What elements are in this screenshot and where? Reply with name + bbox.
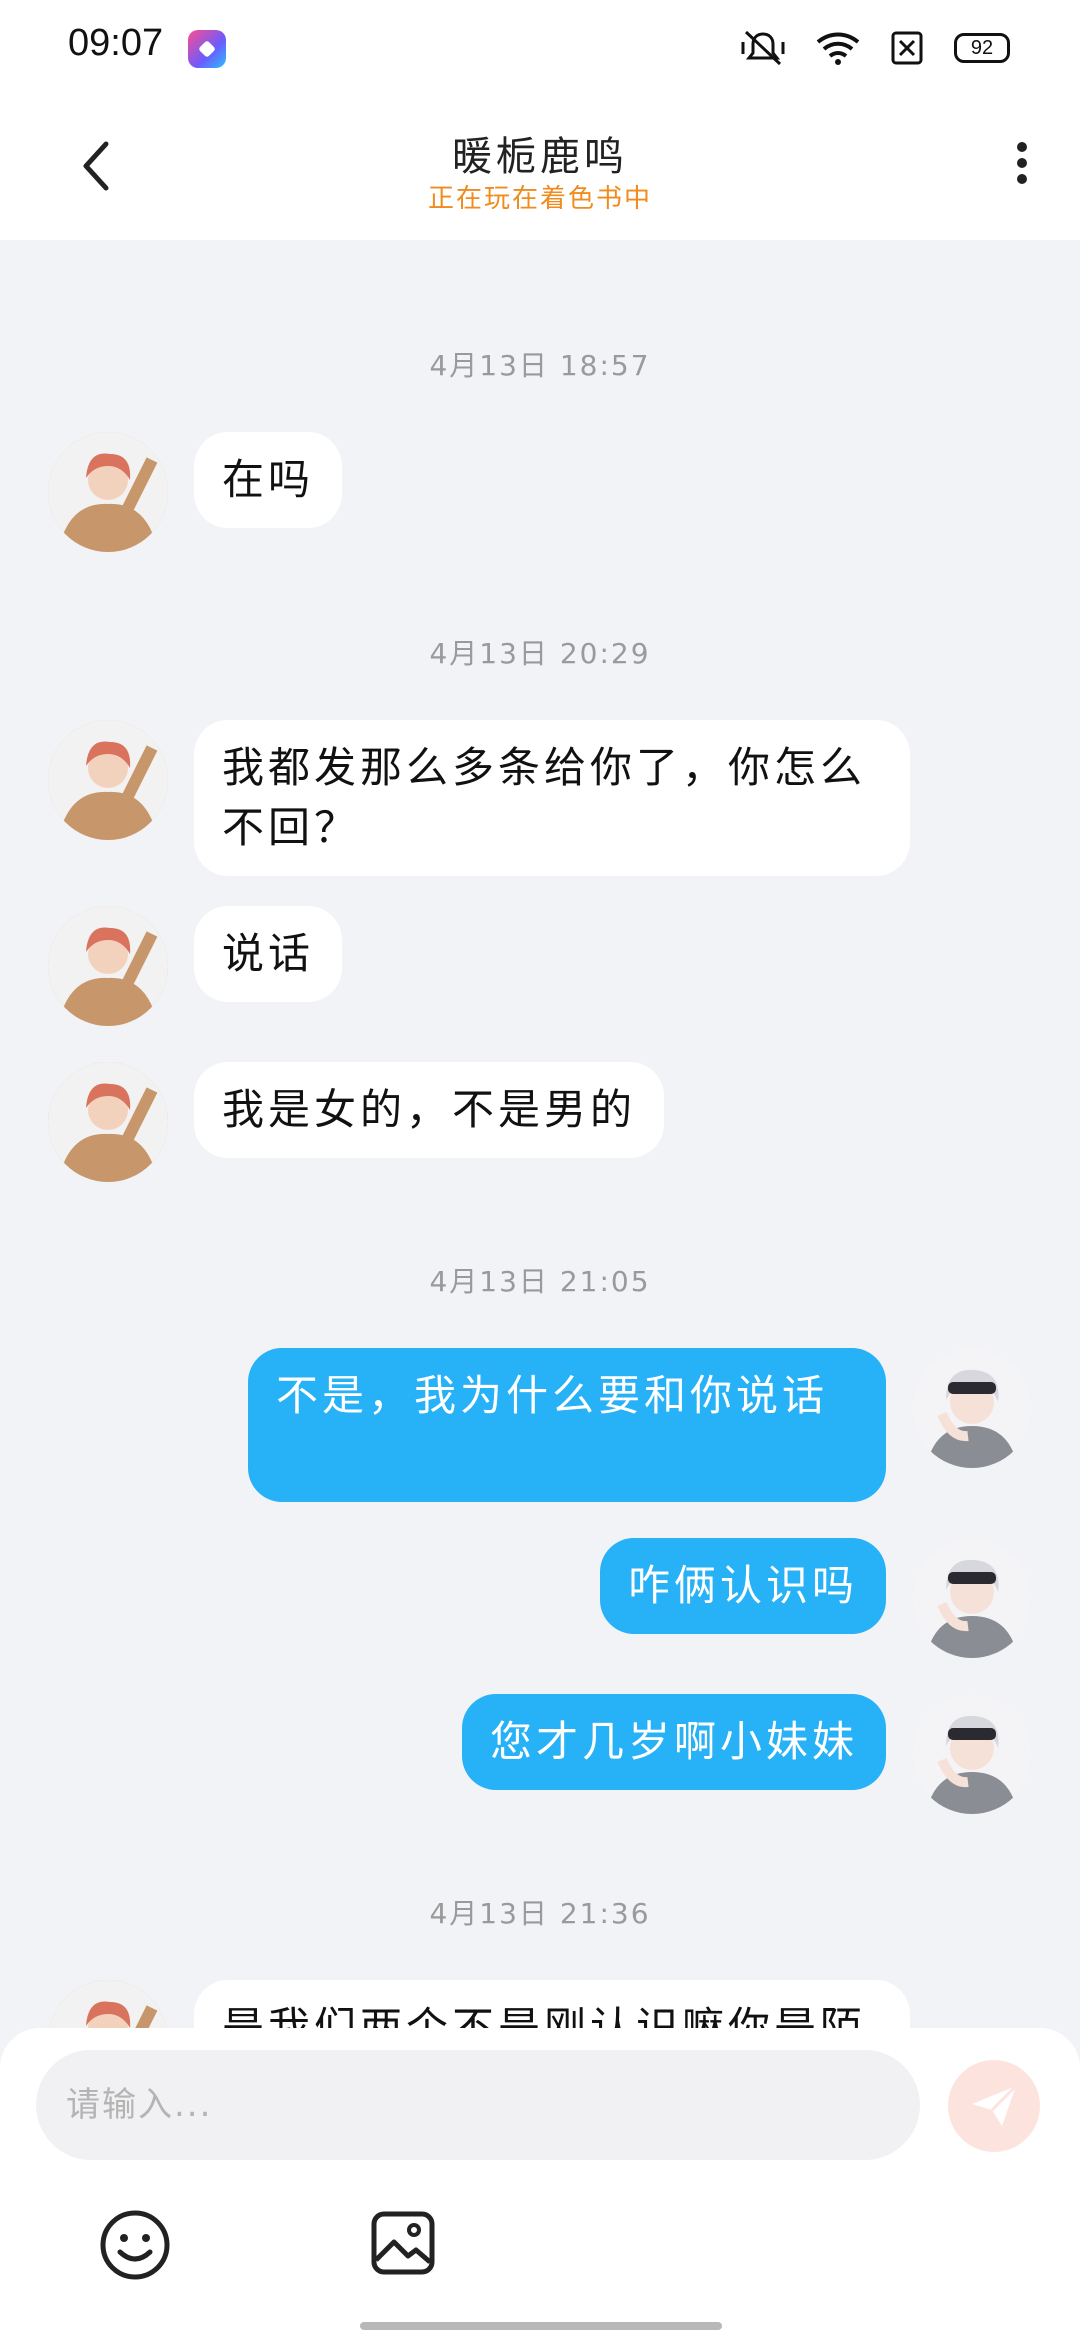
battery-icon: 92	[954, 33, 1010, 63]
avatar-self[interactable]	[912, 1538, 1032, 1658]
image-button[interactable]	[370, 2210, 436, 2276]
more-button[interactable]	[1004, 136, 1040, 196]
message-bubble-sent[interactable]: 不是，我为什么要和你说话	[248, 1348, 886, 1502]
message-bubble-received[interactable]: 我是女的，不是男的	[194, 1062, 665, 1158]
battery-level: 92	[970, 36, 994, 59]
sim-off-icon	[891, 31, 923, 65]
timestamp: 4月13日 21:05	[429, 1265, 651, 1298]
send-icon	[972, 2084, 1018, 2126]
chat-list[interactable]: 4月13日 18:57 在吗 4月13日 20:29 我都发那么多条给你了，你怎…	[0, 240, 1080, 2028]
contact-name: 暖栀鹿鸣	[452, 134, 628, 180]
avatar-other[interactable]	[48, 720, 168, 840]
app-badge-icon	[188, 30, 226, 68]
avatar-self[interactable]	[912, 1348, 1032, 1468]
composer	[0, 2028, 1080, 2340]
contact-status: 正在玩在着色书中	[427, 184, 652, 214]
message-bubble-received[interactable]: 我都发那么多条给你了，你怎么不回？	[194, 720, 910, 876]
home-indicator[interactable]	[360, 2322, 722, 2330]
message-bubble-received[interactable]: 说话	[194, 906, 343, 1002]
wifi-icon	[816, 32, 860, 65]
message-bubble-sent[interactable]: 咋俩认识吗	[599, 1538, 886, 1634]
image-icon	[371, 2211, 435, 2275]
status-icons: 92	[740, 28, 1010, 68]
message-bubble-received[interactable]: 在吗	[194, 432, 343, 528]
timestamp: 4月13日 20:29	[429, 637, 651, 670]
avatar-self[interactable]	[912, 1694, 1032, 1814]
timestamp: 4月13日 18:57	[429, 349, 651, 382]
more-vertical-icon	[1017, 142, 1027, 152]
timestamp: 4月13日 21:36	[429, 1897, 651, 1930]
message-bubble-sent[interactable]: 您才几岁啊小妹妹	[461, 1694, 886, 1790]
avatar-other[interactable]	[48, 1980, 168, 2028]
status-time: 09:07	[68, 22, 164, 64]
avatar-other[interactable]	[48, 906, 168, 1026]
status-bar: 09:07 92	[0, 0, 1080, 96]
mute-vibrate-icon	[741, 30, 785, 66]
avatar-other[interactable]	[48, 432, 168, 552]
emoji-button[interactable]	[98, 2208, 172, 2282]
send-button[interactable]	[948, 2060, 1040, 2152]
message-bubble-received[interactable]: 是我们两个不是刚认识嘛你是陌	[194, 1980, 910, 2028]
avatar-other[interactable]	[48, 1062, 168, 1182]
smiley-icon	[100, 2210, 170, 2280]
message-input[interactable]	[36, 2050, 920, 2160]
chat-header: 暖栀鹿鸣 正在玩在着色书中	[0, 96, 1080, 240]
